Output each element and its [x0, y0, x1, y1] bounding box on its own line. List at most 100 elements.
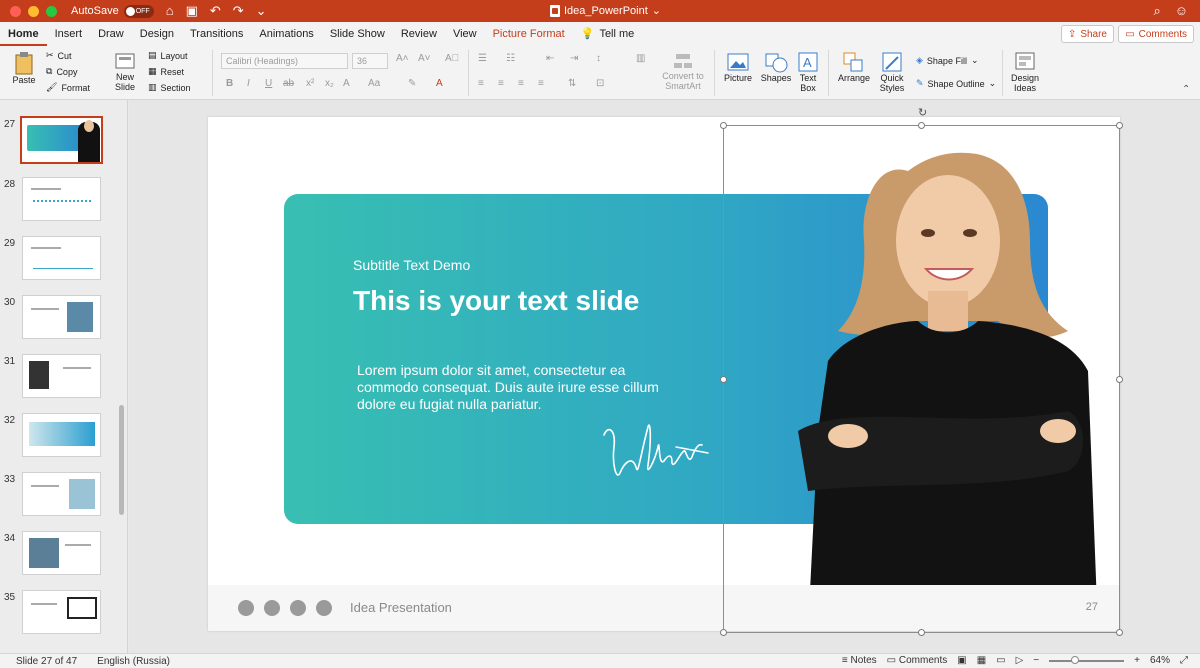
decrease-indent-icon[interactable]: ⇤ [546, 53, 554, 64]
justify-icon[interactable]: ≡ [538, 78, 544, 89]
autosave-toggle[interactable]: OFF [123, 4, 154, 18]
quick-styles-button[interactable]: Quick Styles [874, 51, 910, 93]
slideshow-icon[interactable]: ▷ [1016, 655, 1024, 666]
tab-design[interactable]: Design [132, 22, 182, 46]
shapes-button[interactable]: Shapes [758, 51, 794, 83]
resize-handle-top[interactable] [918, 122, 925, 129]
collapse-ribbon-icon[interactable]: ⌃ [1182, 84, 1190, 95]
reading-view-icon[interactable]: ▭ [996, 655, 1005, 666]
slide-thumbnail-27[interactable] [20, 116, 103, 164]
text-box-button[interactable]: A Text Box [794, 51, 822, 93]
paste-button[interactable]: Paste [8, 51, 40, 85]
italic-icon[interactable]: I [247, 78, 250, 89]
increase-indent-icon[interactable]: ⇥ [570, 53, 578, 64]
thumbnail-scrollbar[interactable] [119, 405, 124, 515]
resize-handle-right[interactable] [1116, 376, 1123, 383]
smiley-icon[interactable]: ☺ [1175, 3, 1188, 19]
tab-view[interactable]: View [445, 22, 485, 46]
section-button[interactable]: ▥ Section [148, 82, 191, 93]
tab-transitions[interactable]: Transitions [182, 22, 251, 46]
numbering-icon[interactable]: ☷ [506, 53, 515, 64]
new-slide-button[interactable]: New Slide [110, 50, 140, 92]
change-case-icon[interactable]: Aa [368, 78, 380, 89]
zoom-slider[interactable] [1049, 655, 1125, 664]
copy-button[interactable]: ⧉ Copy [46, 66, 77, 77]
redo-icon[interactable]: ↷ [233, 3, 244, 19]
signature-image[interactable] [598, 407, 710, 497]
footer-text[interactable]: Idea Presentation [350, 600, 452, 615]
fit-to-window-icon[interactable]: ⤢ [1180, 655, 1188, 666]
superscript-icon[interactable]: x² [306, 78, 314, 89]
comments-status-button[interactable]: ▭ Comments [887, 655, 948, 666]
slide-thumbnail-32[interactable] [22, 413, 101, 457]
align-text-icon[interactable]: ⊡ [596, 78, 604, 89]
shape-outline-button[interactable]: ✎ Shape Outline ⌄ [916, 78, 996, 89]
slide-thumbnail-35[interactable] [22, 590, 101, 634]
design-ideas-button[interactable]: Design Ideas [1008, 51, 1042, 93]
increase-font-icon[interactable]: A˄ [396, 53, 409, 64]
tab-slide-show[interactable]: Slide Show [322, 22, 393, 46]
text-effects-icon[interactable]: A [343, 78, 350, 89]
slide-thumbnail-28[interactable] [22, 177, 101, 221]
tab-home[interactable]: Home [0, 22, 47, 46]
tab-review[interactable]: Review [393, 22, 445, 46]
document-name[interactable]: Idea_PowerPoint [564, 5, 648, 17]
align-center-icon[interactable]: ≡ [498, 78, 504, 89]
maximize-window-button[interactable] [46, 5, 57, 17]
slide-title[interactable]: This is your text slide [353, 285, 639, 317]
align-left-icon[interactable]: ≡ [478, 78, 484, 89]
tab-animations[interactable]: Animations [251, 22, 321, 46]
share-button[interactable]: ⇪ Share [1060, 25, 1114, 43]
rotate-handle-icon[interactable]: ↻ [918, 106, 927, 119]
save-icon[interactable]: ▣ [186, 3, 198, 19]
line-spacing-icon[interactable]: ↕ [596, 53, 601, 64]
bold-icon[interactable]: B [226, 78, 233, 89]
tab-picture-format[interactable]: Picture Format [485, 22, 573, 46]
zoom-out-icon[interactable]: − [1033, 655, 1039, 666]
tab-draw[interactable]: Draw [90, 22, 132, 46]
resize-handle-bottom[interactable] [918, 629, 925, 636]
slide-body-text[interactable]: Lorem ipsum dolor sit amet, consectetur … [357, 362, 677, 413]
strikethrough-icon[interactable]: ab [283, 78, 294, 89]
format-painter-button[interactable]: 🖌 Format [46, 82, 90, 93]
slide-thumbnail-34[interactable] [22, 531, 101, 575]
picture-button[interactable]: Picture [720, 51, 756, 83]
close-window-button[interactable] [10, 5, 21, 17]
slide-thumbnail-30[interactable] [22, 295, 101, 339]
underline-icon[interactable]: U [265, 78, 272, 89]
align-right-icon[interactable]: ≡ [518, 78, 524, 89]
slide-sorter-icon[interactable]: ▦ [977, 655, 986, 666]
normal-view-icon[interactable]: ▣ [957, 655, 966, 666]
arrange-button[interactable]: Arrange [836, 51, 872, 83]
language-indicator[interactable]: English (Russia) [97, 656, 170, 667]
resize-handle-top-left[interactable] [720, 122, 727, 129]
layout-button[interactable]: ▤ Layout [148, 50, 188, 61]
chevron-down-icon[interactable]: ⌄ [652, 4, 661, 17]
minimize-window-button[interactable] [28, 5, 39, 17]
notes-button[interactable]: ≡ Notes [842, 655, 877, 666]
tab-tell-me[interactable]: 💡 Tell me [573, 22, 643, 46]
tab-insert[interactable]: Insert [47, 22, 91, 46]
slide-thumbnail-29[interactable] [22, 236, 101, 280]
shape-fill-button[interactable]: ◈ Shape Fill ⌄ [916, 55, 979, 66]
font-size-select[interactable]: 36 [352, 53, 388, 69]
comments-button[interactable]: ▭ Comments [1118, 25, 1194, 43]
font-name-select[interactable]: Calibri (Headings) [221, 53, 348, 69]
reset-button[interactable]: ▦ Reset [148, 66, 184, 77]
slide-subtitle[interactable]: Subtitle Text Demo [353, 257, 470, 273]
zoom-slider-knob[interactable] [1071, 655, 1080, 664]
cut-button[interactable]: ✂ Cut [46, 50, 72, 61]
highlight-icon[interactable]: ✎ [408, 78, 416, 89]
search-icon[interactable]: ⌕ [1153, 3, 1160, 19]
home-icon[interactable]: ⌂ [166, 3, 174, 19]
convert-to-smartart-button[interactable]: Convert to SmartArt [660, 51, 706, 91]
picture-selection-frame[interactable]: ↻ [720, 107, 1123, 636]
undo-icon[interactable]: ↶ [210, 3, 221, 19]
slide-thumbnail-33[interactable] [22, 472, 101, 516]
decrease-font-icon[interactable]: A˅ [418, 53, 431, 64]
zoom-in-icon[interactable]: + [1134, 655, 1140, 666]
resize-handle-top-right[interactable] [1116, 122, 1123, 129]
resize-handle-bottom-left[interactable] [720, 629, 727, 636]
resize-handle-bottom-right[interactable] [1116, 629, 1123, 636]
customize-toolbar-icon[interactable]: ⌄ [256, 3, 267, 19]
